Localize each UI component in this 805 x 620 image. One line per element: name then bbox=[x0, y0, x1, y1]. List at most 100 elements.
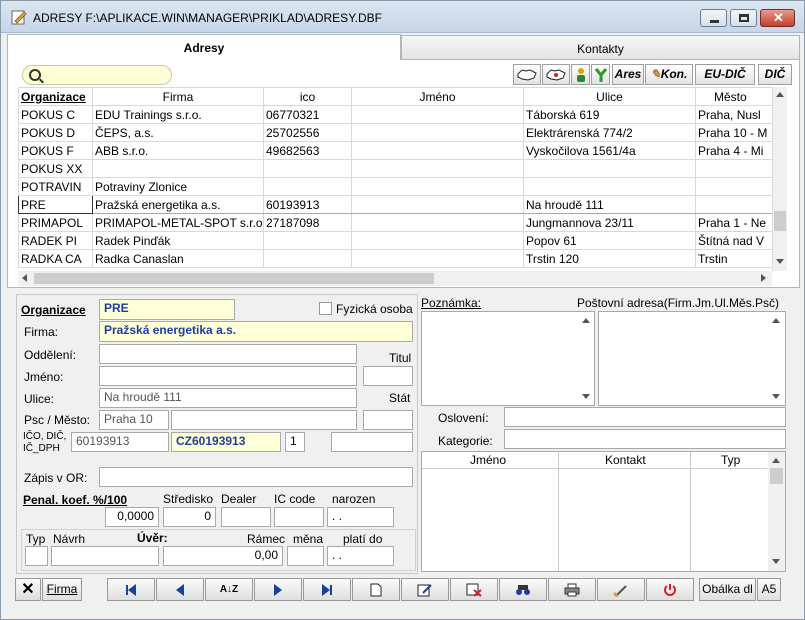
tab-kontakty[interactable]: Kontakty bbox=[401, 35, 800, 60]
next-icon bbox=[274, 583, 282, 596]
next-record-button[interactable] bbox=[254, 578, 302, 601]
dic-button[interactable]: DIČ bbox=[758, 64, 792, 85]
table-cell bbox=[695, 195, 772, 214]
sort-az-icon: A↓Z bbox=[219, 584, 239, 595]
person-icon bbox=[576, 68, 585, 82]
last-record-button[interactable] bbox=[303, 578, 351, 601]
zapis-field[interactable] bbox=[99, 467, 413, 487]
table-row[interactable]: POTRAVIN Potraviny Zlonice bbox=[18, 177, 772, 196]
edit-record-button[interactable] bbox=[401, 578, 449, 601]
table-row[interactable]: PRIMAPOL PRIMAPOL-METAL-SPOT s.r.o. 271870… bbox=[18, 213, 772, 232]
search-input[interactable] bbox=[22, 65, 172, 85]
close-button[interactable]: ✕ bbox=[760, 9, 795, 27]
col-ico[interactable]: ico bbox=[263, 87, 352, 106]
psc-field[interactable]: Praha 10 bbox=[99, 410, 169, 430]
map-cz-button[interactable] bbox=[513, 64, 541, 85]
dph-flag-field[interactable]: 1 bbox=[285, 432, 305, 452]
exit-button[interactable] bbox=[646, 578, 694, 601]
print-button[interactable] bbox=[548, 578, 596, 601]
delete-record-button[interactable] bbox=[450, 578, 498, 601]
poznamka-textarea[interactable] bbox=[421, 311, 595, 406]
kon-button[interactable]: ✎Kon. bbox=[645, 64, 693, 85]
ares-button[interactable]: Ares bbox=[612, 64, 644, 85]
table-cell: Táborská 619 bbox=[523, 105, 696, 124]
col-mesto[interactable]: Město bbox=[695, 87, 772, 106]
minimize-button[interactable] bbox=[700, 9, 727, 27]
navrh-field[interactable] bbox=[51, 546, 159, 566]
dealer-field[interactable] bbox=[221, 507, 271, 527]
fyzicka-osoba-checkbox[interactable] bbox=[319, 302, 332, 315]
contacts-table[interactable]: Jméno Kontakt Typ bbox=[421, 451, 786, 572]
cancel-button[interactable]: ✕ bbox=[15, 578, 41, 601]
kategorie-field[interactable] bbox=[504, 429, 786, 449]
person-button[interactable] bbox=[571, 64, 590, 85]
table-cell: Trstin bbox=[695, 249, 772, 268]
tool-button[interactable] bbox=[591, 64, 610, 85]
dic-field[interactable]: CZ60193913 bbox=[171, 432, 281, 452]
table-row[interactable]: POKUS XX bbox=[18, 159, 772, 178]
firma-button[interactable]: Firma bbox=[42, 578, 82, 601]
typ-label: Typ bbox=[26, 532, 46, 546]
organizace-field[interactable]: PRE bbox=[99, 299, 235, 320]
contacts-scrollbar[interactable] bbox=[768, 452, 785, 571]
contacts-col-jmeno[interactable]: Jméno bbox=[470, 453, 506, 467]
table-cell bbox=[351, 213, 524, 232]
grid-vertical-scrollbar[interactable] bbox=[772, 87, 787, 271]
find-button[interactable] bbox=[499, 578, 547, 601]
plati-field[interactable]: . . bbox=[327, 546, 394, 566]
grid-horizontal-scrollbar[interactable] bbox=[18, 271, 772, 286]
firma-field[interactable]: Pražská energetika a.s. bbox=[99, 321, 413, 342]
stredisko-field[interactable]: 0 bbox=[163, 507, 216, 527]
first-record-button[interactable] bbox=[107, 578, 155, 601]
clear-button[interactable] bbox=[597, 578, 645, 601]
mesto-field[interactable] bbox=[171, 410, 357, 430]
table-cell: 27187098 bbox=[263, 213, 352, 232]
tab-adresy[interactable]: Adresy bbox=[7, 34, 401, 61]
col-organizace[interactable]: Organizace bbox=[18, 87, 93, 106]
penal-field[interactable]: 0,0000 bbox=[105, 507, 159, 527]
table-cell: Na hroudě 111 bbox=[523, 195, 696, 214]
ramec-field[interactable]: 0,00 bbox=[163, 546, 283, 566]
title-bar[interactable]: ADRESY F:\APLIKACE.WIN\MANAGER\PRIKLAD\A… bbox=[1, 1, 804, 33]
sort-button[interactable]: A↓Z bbox=[205, 578, 253, 601]
ulice-field[interactable]: Na hroudě 111 bbox=[99, 388, 357, 408]
maximize-button[interactable] bbox=[730, 9, 757, 27]
scroll-thumb[interactable] bbox=[774, 211, 786, 231]
typ-field[interactable] bbox=[25, 546, 48, 566]
osloveni-field[interactable] bbox=[504, 407, 786, 427]
table-row[interactable]: RADKA CA Radka Canaslan Trstin 120 Trstin bbox=[18, 249, 772, 268]
col-ulice[interactable]: Ulice bbox=[523, 87, 696, 106]
first-icon bbox=[126, 582, 136, 596]
mena-field[interactable] bbox=[287, 546, 324, 566]
prev-record-button[interactable] bbox=[156, 578, 204, 601]
new-record-button[interactable] bbox=[352, 578, 400, 601]
contacts-col-typ[interactable]: Typ bbox=[721, 453, 740, 467]
table-row[interactable]: PRE Pražská energetika a.s. 60193913 Na hro… bbox=[18, 195, 772, 214]
table-row[interactable]: RADEK PI Radek Pinďák Popov 61 Štítná nad V bbox=[18, 231, 772, 250]
ic-code-field[interactable] bbox=[274, 507, 324, 527]
ico-field[interactable]: 60193913 bbox=[71, 432, 169, 452]
narozen-field[interactable]: . . bbox=[327, 507, 394, 527]
ic-dph-field[interactable] bbox=[331, 432, 413, 452]
ic-dph-label: IČ_DPH bbox=[23, 443, 60, 454]
oddeleni-field[interactable] bbox=[99, 344, 357, 364]
stat-field[interactable] bbox=[363, 410, 413, 430]
table-row[interactable]: POKUS C EDU Trainings s.r.o. 06770321 Tábor… bbox=[18, 105, 772, 124]
address-grid[interactable]: Organizace Firma ico Jméno Ulice Město P… bbox=[18, 87, 772, 271]
scroll-thumb[interactable] bbox=[770, 468, 783, 484]
map-cz-region-button[interactable] bbox=[542, 64, 570, 85]
dealer-label: Dealer bbox=[221, 492, 257, 506]
obalka-dl-button[interactable]: Obálka dl bbox=[699, 578, 756, 601]
contacts-col-kontakt[interactable]: Kontakt bbox=[605, 453, 646, 467]
table-row[interactable]: POKUS D ČEPS, a.s. 25702556 Elektrárenská 7… bbox=[18, 123, 772, 142]
col-firma[interactable]: Firma bbox=[92, 87, 264, 106]
titul-field[interactable] bbox=[363, 366, 413, 386]
new-document-icon bbox=[370, 583, 382, 597]
eu-dic-button[interactable]: EU-DIČ bbox=[695, 64, 755, 85]
jmeno-field[interactable] bbox=[99, 366, 357, 386]
col-jmeno[interactable]: Jméno bbox=[351, 87, 524, 106]
table-row[interactable]: POKUS F ABB s.r.o. 49682563 Vyskočilova 156… bbox=[18, 141, 772, 160]
postovni-adresa-textarea[interactable] bbox=[598, 311, 786, 406]
hscroll-thumb[interactable] bbox=[34, 273, 434, 284]
a5-button[interactable]: A5 bbox=[757, 578, 781, 601]
